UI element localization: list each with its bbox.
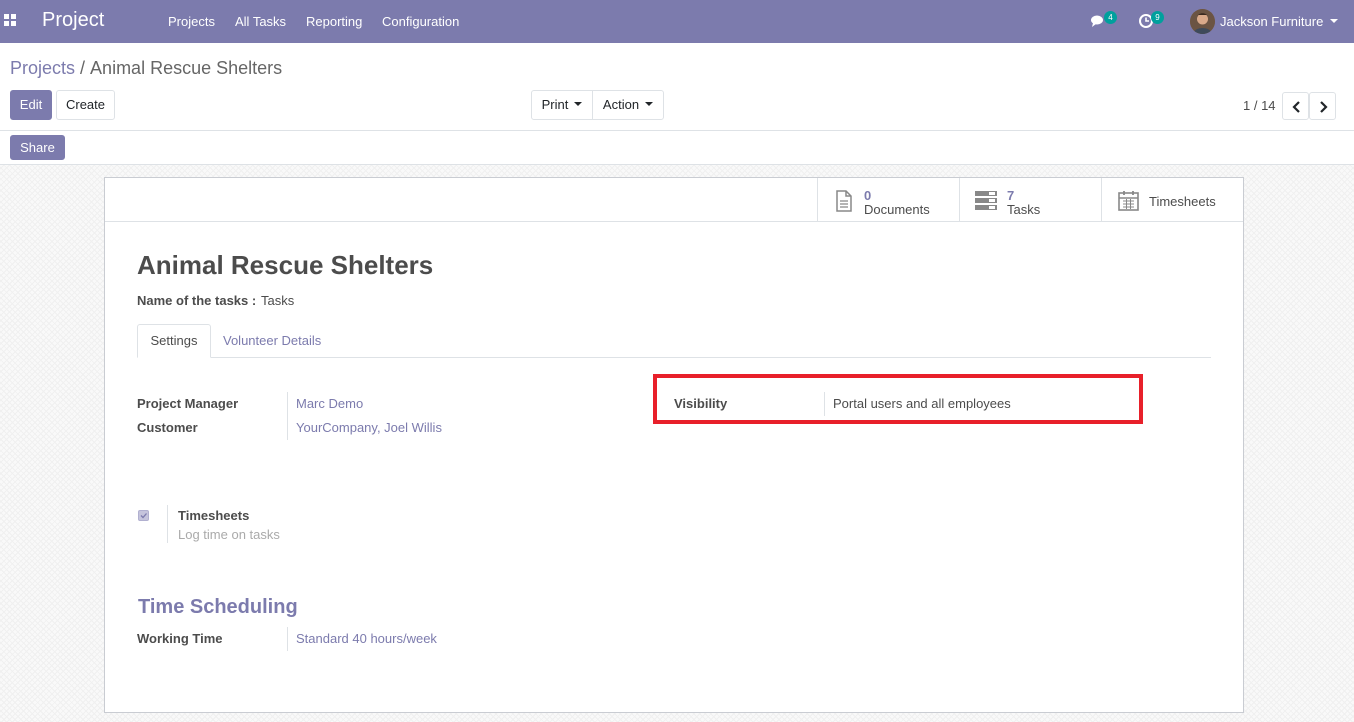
breadcrumb-separator: / <box>80 58 86 78</box>
button-box-divider <box>105 221 1243 222</box>
field-separator <box>287 627 288 651</box>
menu-reporting[interactable]: Reporting <box>306 14 362 29</box>
project-manager-value[interactable]: Marc Demo <box>296 396 363 411</box>
field-separator <box>167 505 168 543</box>
documents-stat-button[interactable]: 0 Documents <box>817 178 960 222</box>
documents-label: Documents <box>864 202 930 217</box>
working-time-label: Working Time <box>137 631 223 646</box>
tasks-label: Tasks <box>1007 202 1041 217</box>
messages-count-badge: 4 <box>1104 11 1117 24</box>
project-manager-label: Project Manager <box>137 396 239 411</box>
action-dropdown[interactable]: Action <box>592 90 664 120</box>
menu-all-tasks[interactable]: All Tasks <box>235 14 286 29</box>
calendar-icon <box>1118 191 1139 211</box>
menu-configuration[interactable]: Configuration <box>382 14 459 29</box>
working-time-value[interactable]: Standard 40 hours/week <box>296 631 437 646</box>
timesheets-label: Timesheets <box>1149 194 1216 209</box>
pager-previous-button[interactable] <box>1282 92 1309 120</box>
tasks-count: 7 <box>1007 188 1015 203</box>
timesheets-help: Log time on tasks <box>178 527 280 542</box>
documents-count: 0 <box>864 188 872 203</box>
timesheets-stat-button[interactable]: Timesheets <box>1101 178 1243 222</box>
tasks-icon <box>975 191 997 210</box>
time-scheduling-title: Time Scheduling <box>138 596 298 618</box>
form-sheet: 0 Documents 7 Tasks Timesheets Animal Re… <box>104 177 1244 713</box>
chevron-left-icon <box>1292 101 1300 113</box>
top-navbar: Project Projects All Tasks Reporting Con… <box>0 0 1354 43</box>
activities-count-badge: 9 <box>1151 11 1164 24</box>
tasks-stat-button[interactable]: 7 Tasks <box>959 178 1102 222</box>
print-dropdown[interactable]: Print <box>531 90 593 120</box>
tasks-name-label: Name of the tasks : <box>137 293 257 308</box>
field-separator <box>287 392 288 440</box>
apps-grid-icon[interactable] <box>4 14 18 28</box>
customer-label: Customer <box>137 420 198 435</box>
breadcrumb-projects-link[interactable]: Projects <box>10 58 75 78</box>
edit-button[interactable]: Edit <box>10 90 52 120</box>
print-label: Print <box>541 97 569 112</box>
tabs-divider <box>137 357 1211 358</box>
caret-down-icon <box>645 102 654 107</box>
share-button[interactable]: Share <box>10 135 65 160</box>
chevron-right-icon <box>1320 101 1328 113</box>
action-label: Action <box>602 97 640 112</box>
breadcrumb: Projects / Animal Rescue Shelters <box>10 58 282 79</box>
tab-volunteer-details[interactable]: Volunteer Details <box>223 333 321 348</box>
timesheets-label: Timesheets <box>178 508 250 523</box>
customer-value[interactable]: YourCompany, Joel Willis <box>296 420 442 435</box>
breadcrumb-current: Animal Rescue Shelters <box>90 58 283 78</box>
visibility-highlight <box>653 374 1143 424</box>
menu-projects[interactable]: Projects <box>168 14 215 29</box>
control-panel-divider <box>0 130 1354 131</box>
tab-settings[interactable]: Settings <box>137 324 211 358</box>
timesheets-checkbox[interactable] <box>138 510 149 521</box>
checkmark-icon <box>140 513 147 519</box>
pager-next-button[interactable] <box>1309 92 1336 120</box>
user-menu[interactable]: Jackson Furniture <box>1220 14 1323 29</box>
pager-value[interactable]: 1 / 14 <box>1243 98 1276 113</box>
create-button[interactable]: Create <box>56 90 115 120</box>
app-name[interactable]: Project <box>42 9 104 32</box>
caret-down-icon <box>574 102 583 107</box>
page-title[interactable]: Animal Rescue Shelters <box>137 250 433 281</box>
caret-down-icon[interactable] <box>1330 19 1338 23</box>
tasks-name-value[interactable]: Tasks <box>261 293 294 308</box>
avatar[interactable] <box>1190 9 1215 34</box>
document-icon <box>836 190 852 212</box>
